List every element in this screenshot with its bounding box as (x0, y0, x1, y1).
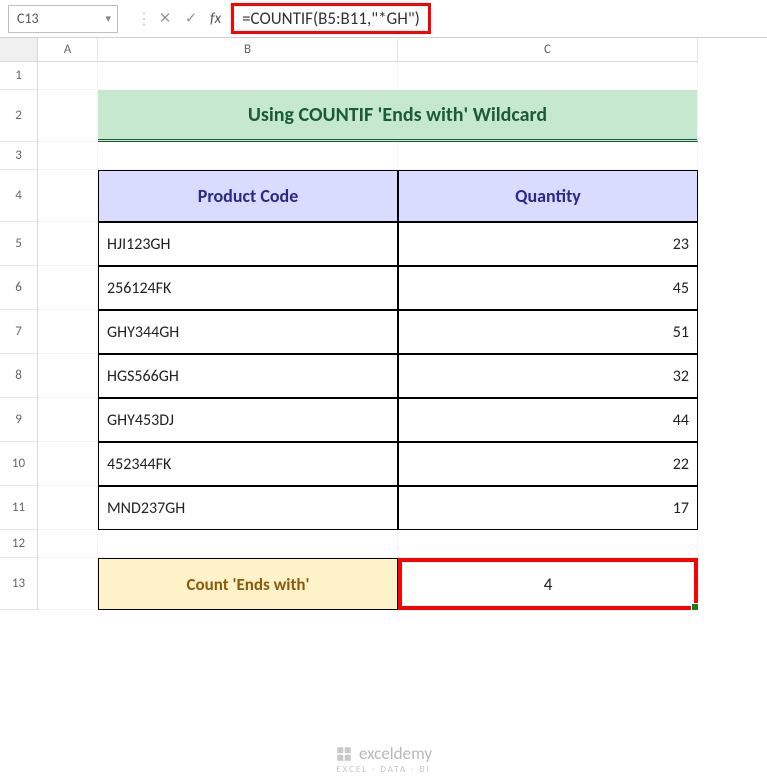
row-header[interactable]: 9 (0, 398, 38, 442)
cell[interactable] (38, 354, 98, 398)
col-header-c[interactable]: C (398, 38, 698, 62)
data-qty[interactable]: 22 (398, 442, 698, 486)
data-qty[interactable]: 23 (398, 222, 698, 266)
cell[interactable] (98, 62, 398, 90)
row-3: 3 (0, 142, 767, 170)
data-qty[interactable]: 32 (398, 354, 698, 398)
cell[interactable] (38, 222, 98, 266)
col-header-a[interactable]: A (38, 38, 98, 62)
data-code[interactable]: MND237GH (98, 486, 398, 530)
row-header[interactable]: 12 (0, 530, 38, 558)
row-11: 11 MND237GH 17 (0, 486, 767, 530)
cell[interactable] (38, 442, 98, 486)
cell[interactable] (38, 558, 98, 610)
data-code[interactable]: GHY453DJ (98, 398, 398, 442)
data-qty[interactable]: 44 (398, 398, 698, 442)
row-8: 8 HGS566GH 32 (0, 354, 767, 398)
formula-bar: C13 ▾ ⋮ ✕ ✓ fx =COUNTIF(B5:B11,"*GH") (0, 0, 767, 38)
count-label-cell[interactable]: Count 'Ends with' (98, 558, 398, 610)
formula-bar-buttons: ⋮ ✕ ✓ fx (136, 9, 227, 29)
count-value-cell[interactable]: 4 (398, 558, 698, 610)
count-value-text: 4 (544, 574, 553, 595)
data-qty[interactable]: 51 (398, 310, 698, 354)
formula-input[interactable]: =COUNTIF(B5:B11,"*GH") (231, 4, 757, 34)
title-cell[interactable]: Using COUNTIF 'Ends with' Wildcard (98, 90, 698, 142)
cell[interactable] (398, 62, 698, 90)
select-all-corner[interactable] (0, 38, 38, 62)
data-code[interactable]: 452344FK (98, 442, 398, 486)
cell[interactable] (38, 398, 98, 442)
fx-icon[interactable]: fx (210, 10, 221, 28)
data-code[interactable]: GHY344GH (98, 310, 398, 354)
cell[interactable] (398, 530, 698, 558)
row-header[interactable]: 6 (0, 266, 38, 310)
cancel-icon[interactable]: ✕ (152, 9, 178, 28)
row-7: 7 GHY344GH 51 (0, 310, 767, 354)
row-header[interactable]: 7 (0, 310, 38, 354)
watermark-text: exceldemy (359, 743, 432, 764)
row-header[interactable]: 2 (0, 90, 38, 142)
data-qty[interactable]: 17 (398, 486, 698, 530)
row-12: 12 (0, 530, 767, 558)
row-5: 5 HJI123GH 23 (0, 222, 767, 266)
row-1: 1 (0, 62, 767, 90)
cell[interactable] (38, 266, 98, 310)
data-qty[interactable]: 45 (398, 266, 698, 310)
row-header[interactable]: 11 (0, 486, 38, 530)
row-header[interactable]: 5 (0, 222, 38, 266)
col-header-b[interactable]: B (98, 38, 398, 62)
row-9: 9 GHY453DJ 44 (0, 398, 767, 442)
row-header[interactable]: 1 (0, 62, 38, 90)
row-header[interactable]: 13 (0, 558, 38, 610)
data-code[interactable]: 256124FK (98, 266, 398, 310)
cell[interactable] (38, 170, 98, 222)
logo-icon (335, 745, 353, 763)
formula-text: =COUNTIF(B5:B11,"*GH") (231, 3, 431, 34)
cell[interactable] (38, 530, 98, 558)
selection-handle-icon[interactable] (691, 603, 699, 611)
cell[interactable] (398, 142, 698, 170)
cell[interactable] (38, 486, 98, 530)
name-box[interactable]: C13 ▾ (8, 5, 118, 33)
cell[interactable] (38, 62, 98, 90)
data-code[interactable]: HGS566GH (98, 354, 398, 398)
row-header[interactable]: 4 (0, 170, 38, 222)
row-4: 4 Product Code Quantity (0, 170, 767, 222)
cell[interactable] (38, 90, 98, 142)
header-product-code[interactable]: Product Code (98, 170, 398, 222)
cell[interactable] (98, 142, 398, 170)
spreadsheet-grid: A B C 1 2 Using COUNTIF 'Ends with' Wild… (0, 38, 767, 610)
column-headers: A B C (0, 38, 767, 62)
cell[interactable] (38, 310, 98, 354)
row-header[interactable]: 8 (0, 354, 38, 398)
watermark-sub: EXCEL · DATA · BI (0, 764, 767, 775)
watermark: exceldemy (0, 743, 767, 764)
name-box-value: C13 (17, 10, 39, 27)
row-header[interactable]: 3 (0, 142, 38, 170)
data-code[interactable]: HJI123GH (98, 222, 398, 266)
divider-icon: ⋮ (136, 9, 152, 29)
header-quantity[interactable]: Quantity (398, 170, 698, 222)
row-6: 6 256124FK 45 (0, 266, 767, 310)
row-13: 13 Count 'Ends with' 4 (0, 558, 767, 610)
cell[interactable] (38, 142, 98, 170)
row-header[interactable]: 10 (0, 442, 38, 486)
row-2: 2 Using COUNTIF 'Ends with' Wildcard (0, 90, 767, 142)
enter-icon[interactable]: ✓ (178, 9, 204, 28)
row-10: 10 452344FK 22 (0, 442, 767, 486)
chevron-down-icon[interactable]: ▾ (105, 12, 111, 25)
cell[interactable] (98, 530, 398, 558)
